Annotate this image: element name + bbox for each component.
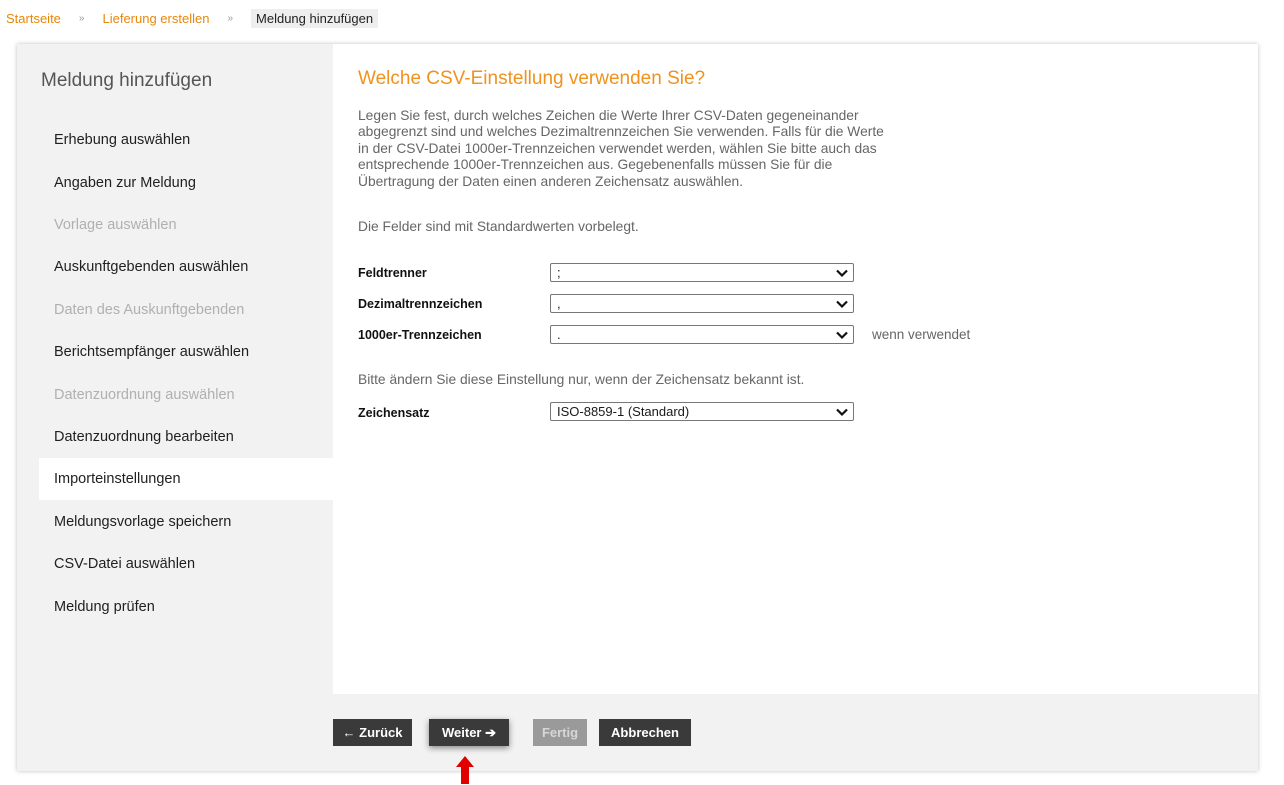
sidebar-item-datenzuordnung-auswaehlen: Datenzuordnung auswählen — [54, 387, 235, 403]
dezimaltrennzeichen-value: , — [557, 296, 561, 311]
defaults-note: Die Felder sind mit Standardwerten vorbe… — [358, 219, 639, 234]
feldtrenner-select[interactable]: ; — [550, 263, 854, 282]
chevron-down-icon — [836, 300, 848, 309]
intro-line: abgegrenzt sind und welches Dezimaltrenn… — [358, 124, 884, 140]
sidebar-item-meldungsvorlage-speichern[interactable]: Meldungsvorlage speichern — [54, 514, 231, 530]
zeichensatz-value: ISO-8859-1 (Standard) — [557, 404, 690, 419]
sidebar-title: Meldung hinzufügen — [41, 70, 213, 91]
intro-line: Legen Sie fest, durch welches Zeichen di… — [358, 108, 859, 123]
intro-text: Legen Sie fest, durch welches Zeichen di… — [358, 108, 948, 190]
arrow-up-icon — [456, 756, 474, 784]
sidebar-item-daten-des-auskunftgebenden: Daten des Auskunftgebenden — [54, 302, 245, 318]
breadcrumb-lieferung-erstellen[interactable]: Lieferung erstellen — [102, 11, 209, 26]
zeichensatz-select[interactable]: ISO-8859-1 (Standard) — [550, 402, 854, 421]
dezimaltrennzeichen-select[interactable]: , — [550, 294, 854, 313]
chevron-down-icon — [836, 269, 848, 278]
breadcrumb-separator: » — [227, 12, 234, 24]
sidebar-item-angaben-zur-meldung[interactable]: Angaben zur Meldung — [54, 175, 196, 191]
breadcrumb: Startseite » Lieferung erstellen » Meldu… — [6, 8, 379, 28]
dezimaltrennzeichen-label: Dezimaltrennzeichen — [358, 297, 483, 311]
tausendertrennzeichen-value: . — [557, 327, 561, 342]
sidebar-item-meldung-pruefen[interactable]: Meldung prüfen — [54, 599, 155, 615]
chevron-down-icon — [836, 408, 848, 417]
sidebar-item-importeinstellungen[interactable]: Importeinstellungen — [54, 471, 181, 487]
intro-line: in der CSV-Datei 1000er-Trennzeichen ver… — [358, 140, 877, 156]
sidebar-item-auskunftgebenden-auswaehlen[interactable]: Auskunftgebenden auswählen — [54, 259, 248, 275]
feldtrenner-label: Feldtrenner — [358, 266, 427, 280]
intro-line: Übertragung der Daten einen anderen Zeic… — [358, 173, 744, 189]
next-button[interactable]: Weiter ➔ — [429, 719, 509, 746]
sidebar: Meldung hinzufügen Erhebung auswählen An… — [17, 44, 333, 694]
tausendertrennzeichen-label: 1000er-Trennzeichen — [358, 328, 482, 342]
sidebar-item-berichtsempfaenger-auswaehlen[interactable]: Berichtsempfänger auswählen — [54, 344, 249, 360]
zeichensatz-label: Zeichensatz — [358, 406, 430, 420]
chevron-down-icon — [836, 331, 848, 340]
wizard-panel: Meldung hinzufügen Erhebung auswählen An… — [17, 44, 1258, 771]
page-title: Welche CSV-Einstellung verwenden Sie? — [358, 68, 706, 89]
cancel-button[interactable]: Abbrechen — [599, 719, 691, 746]
feldtrenner-value: ; — [557, 265, 561, 280]
tausendertrennzeichen-select[interactable]: . — [550, 325, 854, 344]
sidebar-item-vorlage-auswaehlen: Vorlage auswählen — [54, 217, 177, 233]
intro-line: entsprechende 1000er-Trennzeichen aus. G… — [358, 157, 833, 173]
tausender-hint: wenn verwendet — [872, 327, 971, 342]
breadcrumb-separator: » — [78, 12, 85, 24]
sidebar-item-datenzuordnung-bearbeiten[interactable]: Datenzuordnung bearbeiten — [54, 429, 234, 445]
back-button[interactable]: ← Zurück — [333, 719, 412, 746]
sidebar-item-csv-datei-auswaehlen[interactable]: CSV-Datei auswählen — [54, 556, 195, 572]
charset-note: Bitte ändern Sie diese Einstellung nur, … — [358, 372, 805, 387]
finish-button: Fertig — [533, 719, 587, 746]
sidebar-item-erhebung-auswaehlen[interactable]: Erhebung auswählen — [54, 132, 190, 148]
breadcrumb-current: Meldung hinzufügen — [251, 8, 379, 28]
breadcrumb-startseite[interactable]: Startseite — [6, 11, 61, 26]
